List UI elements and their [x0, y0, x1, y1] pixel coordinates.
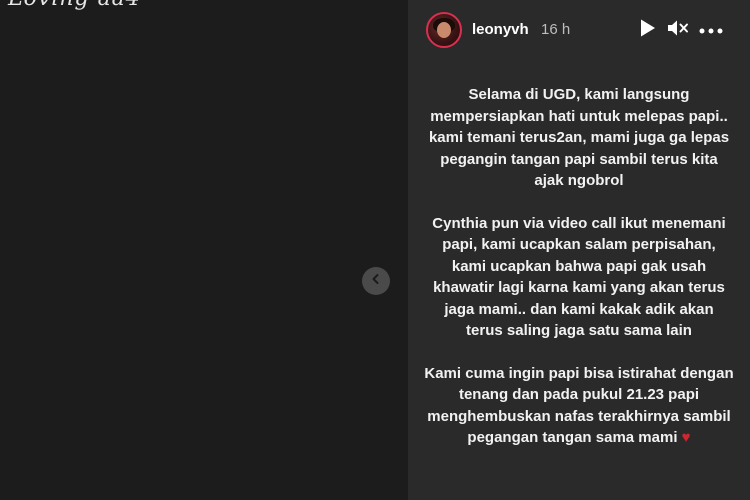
play-button[interactable] [636, 18, 660, 42]
story-header: leonyvh 16 h [408, 12, 750, 52]
previous-story-area: Loving aa4 [0, 0, 408, 500]
story-paragraph-1: Selama di UGD, kami langsung mempersiapk… [428, 86, 730, 189]
previous-story-caption: Loving aa4 [8, 0, 141, 11]
more-horizontal-icon [699, 21, 723, 39]
heart-icon: ♥ [681, 429, 691, 446]
story-timestamp: 16 h [541, 21, 571, 38]
mute-button[interactable] [664, 18, 692, 42]
more-options-button[interactable] [696, 18, 726, 42]
story-card: leonyvh 16 h Selama di UGD, kami langsun… [408, 0, 750, 500]
story-paragraph-2: Cynthia pun via video call ikut menemani… [432, 214, 726, 340]
story-viewer: Loving aa4 leonyvh 16 h [0, 0, 750, 500]
speaker-muted-icon [667, 18, 689, 43]
story-paragraph-3: Kami cuma ingin papi bisa istirahat deng… [424, 363, 734, 449]
play-icon [639, 18, 657, 43]
previous-story-button[interactable] [362, 267, 390, 295]
avatar[interactable] [426, 12, 462, 48]
story-text: Selama di UGD, kami langsung mempersiapk… [424, 84, 734, 470]
chevron-left-icon [370, 272, 382, 290]
username[interactable]: leonyvh [472, 21, 529, 38]
